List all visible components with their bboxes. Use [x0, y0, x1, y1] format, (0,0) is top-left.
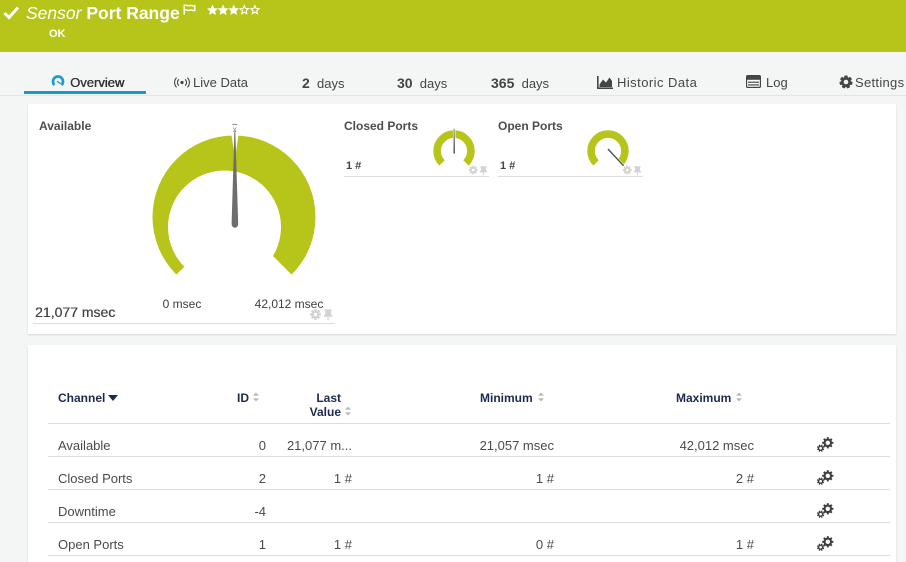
svg-text:x: x	[233, 124, 238, 134]
